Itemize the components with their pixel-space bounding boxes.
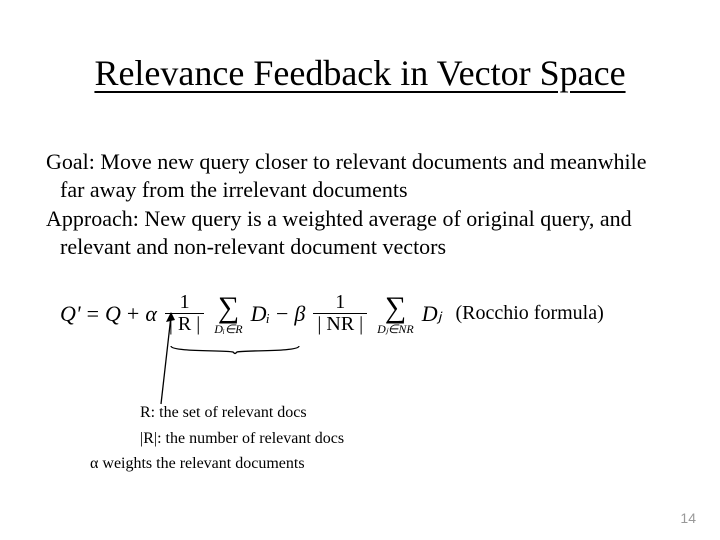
plus-sign: + xyxy=(127,301,139,327)
frac2-den: | NR | xyxy=(313,313,367,335)
slide: Relevance Feedback in Vector Space Goal:… xyxy=(0,0,720,540)
term-Di: Dᵢ xyxy=(251,301,270,327)
equals-sign: = xyxy=(87,301,99,327)
formula-area: Q' = Q + α 1 | R | ∑ Dᵢ∈R Dᵢ − β 1 | NR … xyxy=(60,292,680,392)
arrow-icon xyxy=(155,310,175,406)
sum-over-NR: ∑ Dⱼ∈NR xyxy=(377,293,414,335)
minus-sign: − xyxy=(276,301,288,327)
term-Q: Q xyxy=(105,301,121,327)
frac1-num: 1 xyxy=(178,292,192,313)
goal-paragraph: Goal: Move new query closer to relevant … xyxy=(46,148,674,203)
term-Dj: Dⱼ xyxy=(422,301,442,327)
frac2-num: 1 xyxy=(333,292,347,313)
page-number: 14 xyxy=(680,510,696,526)
body-text: Goal: Move new query closer to relevant … xyxy=(46,148,674,262)
slide-title: Relevance Feedback in Vector Space xyxy=(50,52,670,94)
approach-paragraph: Approach: New query is a weighted averag… xyxy=(46,205,674,260)
sigma-icon: ∑ xyxy=(385,293,406,323)
note-alpha: α weights the relevant documents xyxy=(90,451,344,477)
fraction-one-over-NR: 1 | NR | xyxy=(313,292,367,335)
sum-over-R: ∑ Dᵢ∈R xyxy=(214,293,242,335)
formula-lhs: Q' xyxy=(60,301,81,327)
underbrace-icon xyxy=(170,345,300,359)
note-R-count: |R|: the number of relevant docs xyxy=(140,426,344,452)
sum1-sub: Dᵢ∈R xyxy=(214,323,242,335)
term-beta: β xyxy=(294,301,305,327)
sum2-sub: Dⱼ∈NR xyxy=(377,323,414,335)
rocchio-formula: Q' = Q + α 1 | R | ∑ Dᵢ∈R Dᵢ − β 1 | NR … xyxy=(60,292,680,335)
note-R-set: R: the set of relevant docs xyxy=(140,400,344,426)
formula-label: (Rocchio formula) xyxy=(455,302,603,325)
sigma-icon: ∑ xyxy=(218,293,239,323)
annotation-notes: R: the set of relevant docs |R|: the num… xyxy=(140,400,344,477)
